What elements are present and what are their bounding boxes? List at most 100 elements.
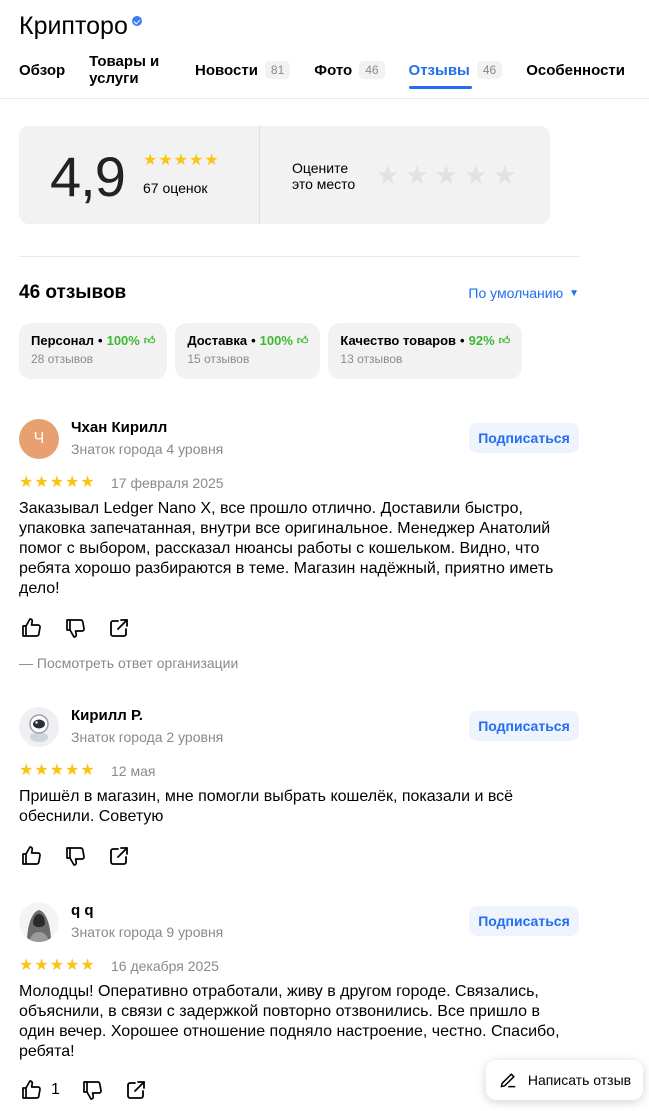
- reviewer-level: Знаток города 9 уровня: [71, 924, 224, 940]
- star-icon: ★: [204, 152, 219, 169]
- like-button[interactable]: 1: [19, 1078, 60, 1102]
- review-date: 12 мая: [111, 763, 156, 779]
- sort-dropdown[interactable]: По умолчанию ▼: [468, 285, 579, 301]
- star-icon: ★: [19, 762, 34, 779]
- verified-check-icon: [131, 16, 142, 26]
- tab-count-badge: 81: [264, 61, 291, 79]
- divider: [259, 126, 260, 224]
- avatar[interactable]: [19, 707, 59, 747]
- rate-prompt: Оцените это место: [292, 160, 356, 192]
- star-icon: ★: [143, 152, 158, 169]
- rate-star-1[interactable]: ★: [376, 162, 399, 188]
- review-stars: ★ ★ ★ ★ ★: [19, 763, 95, 779]
- share-icon: [110, 847, 128, 865]
- rating-value: 4,9: [50, 145, 126, 208]
- like-button[interactable]: [19, 616, 43, 640]
- reviewer-name[interactable]: q q: [71, 902, 94, 919]
- share-button[interactable]: [107, 844, 131, 868]
- aspect-filters: Персонал • 100% 👍︎ 28 отзывов Доставка • 100%…: [19, 323, 523, 379]
- star-icon: ★: [34, 957, 49, 974]
- dislike-button[interactable]: [80, 1078, 104, 1102]
- tab-goods-services[interactable]: Товары и услуги: [89, 53, 171, 87]
- ratings-count: 67 оценок: [143, 180, 208, 196]
- reviewer-name[interactable]: Чхан Кирилл: [71, 419, 167, 436]
- star-icon: ★: [65, 474, 80, 491]
- review-item: Ч Чхан Кирилл Знаток города 4 уровня Под…: [19, 419, 579, 679]
- subscribe-button[interactable]: Подписаться: [469, 906, 579, 936]
- star-icon: ★: [34, 474, 49, 491]
- like-button[interactable]: [19, 844, 43, 868]
- rate-star-2[interactable]: ★: [405, 162, 428, 188]
- star-icon: ★: [19, 474, 34, 491]
- tab-news[interactable]: Новости 81: [195, 60, 291, 80]
- write-review-button[interactable]: Написать отзыв: [486, 1060, 643, 1100]
- star-icon: ★: [173, 152, 189, 169]
- avatar[interactable]: Ч: [19, 419, 59, 459]
- star-icon: ★: [49, 474, 65, 491]
- star-icon: ★: [80, 474, 95, 491]
- subscribe-button[interactable]: Подписаться: [469, 711, 579, 741]
- reviews-count-title: 46 отзывов: [19, 282, 127, 303]
- hooded-figure-avatar-icon: [19, 902, 59, 942]
- pencil-icon: [500, 1073, 516, 1088]
- star-icon: ★: [49, 957, 65, 974]
- view-org-answer-link[interactable]: — Посмотреть ответ организации: [19, 655, 238, 671]
- review-date: 17 февраля 2025: [111, 475, 224, 491]
- star-icon: ★: [189, 152, 204, 169]
- aspect-chip-staff[interactable]: Персонал • 100% 👍︎ 28 отзывов: [19, 323, 168, 379]
- review-stars: ★ ★ ★ ★ ★: [19, 958, 95, 974]
- review-actions: [19, 844, 131, 868]
- review-actions: [19, 616, 131, 640]
- page-title: Крипторо: [19, 12, 142, 41]
- review-item: Кирилл Р. Знаток города 2 уровня Подписа…: [19, 707, 579, 877]
- star-icon: ★: [19, 957, 34, 974]
- share-button[interactable]: [107, 616, 131, 640]
- thumb-up-icon: 👍︎: [143, 335, 156, 347]
- thumb-up-icon: 👍︎: [498, 335, 511, 347]
- tab-reviews[interactable]: Отзывы 46: [408, 60, 503, 89]
- dislike-button[interactable]: [63, 616, 87, 640]
- tab-photos[interactable]: Фото 46: [314, 60, 385, 80]
- thumb-down-icon: [83, 1081, 102, 1100]
- review-date: 16 декабря 2025: [111, 958, 219, 974]
- review-text: Заказывал Ledger Nano X, все прошло отли…: [19, 500, 554, 597]
- star-icon: ★: [65, 762, 80, 779]
- thumb-up-icon: 👍︎: [296, 335, 309, 347]
- review-text: Пришёл в магазин, мне помогли выбрать ко…: [19, 788, 514, 825]
- rating-summary: 4,9 ★ ★ ★ ★ ★ 67 оценок Оцените это место ★ …: [19, 126, 550, 224]
- subscribe-button[interactable]: Подписаться: [469, 423, 579, 453]
- aspect-chip-quality[interactable]: Качество товаров • 92% 👍︎ 13 отзывов: [328, 323, 523, 379]
- share-button[interactable]: [124, 1078, 148, 1102]
- tab-overview[interactable]: Обзор: [19, 60, 65, 80]
- avatar[interactable]: [19, 902, 59, 942]
- tab-count-badge: 46: [359, 61, 385, 79]
- review-actions: 1: [19, 1078, 148, 1102]
- thumb-up-icon: [22, 618, 41, 637]
- thumb-down-icon: [66, 619, 85, 638]
- share-icon: [110, 619, 128, 637]
- star-icon: ★: [80, 957, 95, 974]
- org-name: Крипторо: [19, 12, 128, 40]
- rate-star-3[interactable]: ★: [435, 162, 458, 188]
- rate-star-4[interactable]: ★: [464, 162, 487, 188]
- tab-count-badge: 46: [476, 61, 503, 79]
- dislike-button[interactable]: [63, 844, 87, 868]
- star-icon: ★: [65, 957, 80, 974]
- review-text: Молодцы! Оперативно отработали, живу в д…: [19, 983, 560, 1060]
- thumb-down-icon: [66, 847, 85, 866]
- star-icon: ★: [80, 762, 95, 779]
- reviewer-name[interactable]: Кирилл Р.: [71, 707, 143, 724]
- thumb-up-icon: [22, 1080, 41, 1099]
- rate-star-5[interactable]: ★: [493, 162, 516, 188]
- tab-features[interactable]: Особенности: [526, 60, 625, 80]
- header: Крипторо Обзор Товары и услуги Новости 81…: [0, 0, 649, 99]
- like-count: 1: [51, 1081, 60, 1098]
- aspect-chip-delivery[interactable]: Доставка • 100% 👍︎ 15 отзывов: [175, 323, 321, 379]
- tabs: Обзор Товары и услуги Новости 81 Фото 46 О…: [19, 53, 649, 89]
- star-icon: ★: [158, 152, 173, 169]
- astronaut-avatar-icon: [19, 707, 59, 747]
- divider: [19, 256, 579, 257]
- star-icon: ★: [34, 762, 49, 779]
- thumb-up-icon: [22, 846, 41, 865]
- reviewer-level: Знаток города 2 уровня: [71, 729, 224, 745]
